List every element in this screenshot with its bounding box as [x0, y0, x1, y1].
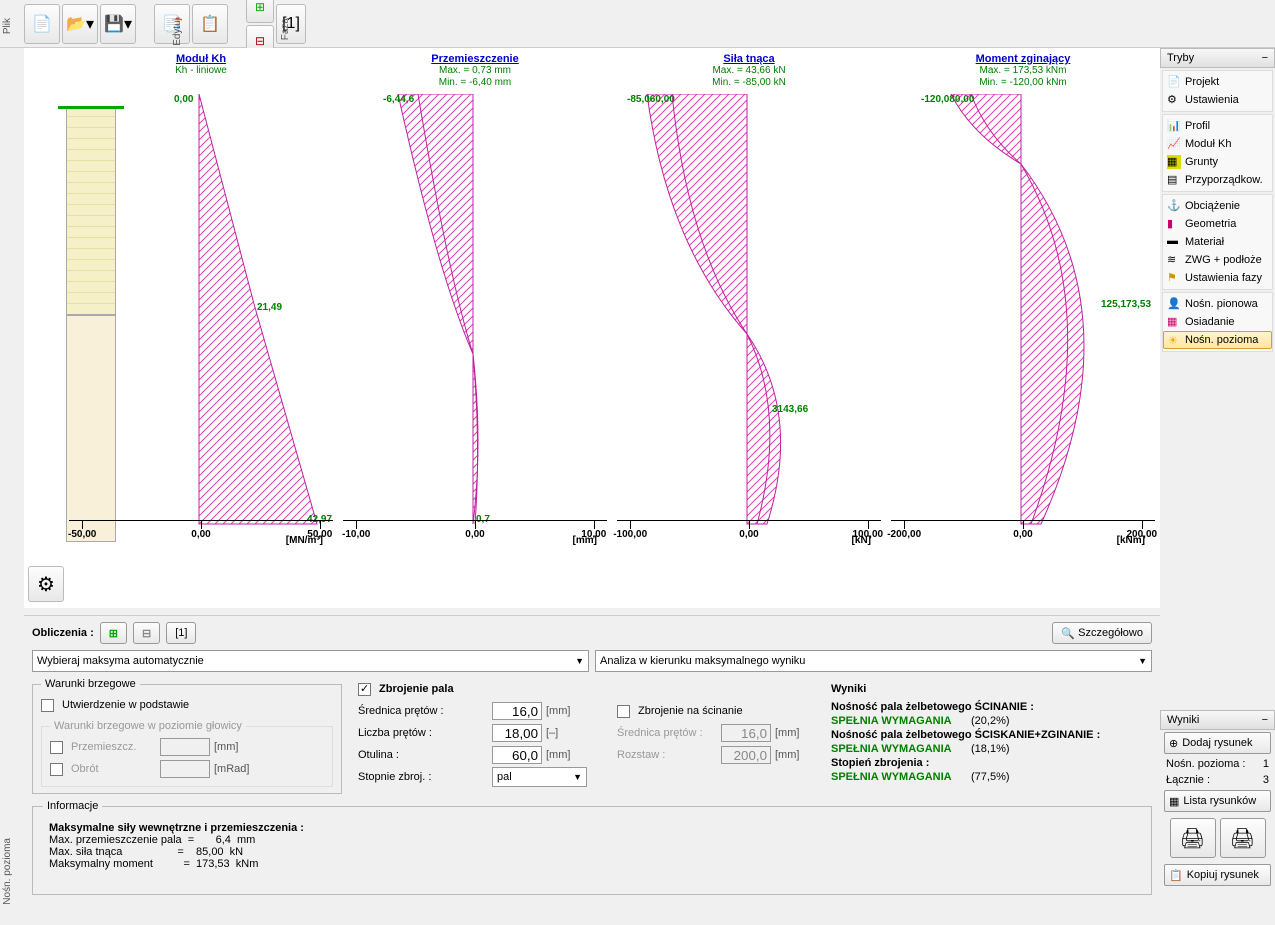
phase-label: Faza — [280, 18, 291, 40]
main-toolbar: Plik 📄 📂▾ 💾▾ Edytuj 📑 📋 Faza ⊞ ⊟ [1] — [0, 0, 1275, 48]
edit-label: Edytuj — [172, 18, 183, 46]
spacing-input — [721, 746, 771, 764]
chart-shear: Siła tnąca Max. = 43,66 kN Min. = -85,00… — [612, 53, 886, 608]
reinf-degree-dropdown[interactable]: pal▼ — [492, 767, 587, 787]
chart-displacement: Przemieszczenie Max. = 0,73 mm Min. = -6… — [338, 53, 612, 608]
rot-input — [160, 760, 210, 778]
cover-input[interactable] — [492, 746, 542, 764]
chart-modul-kh: Moduł Kh Kh - liniowe 0,00 21,49 42,97 -… — [64, 53, 338, 608]
bar-count-input[interactable] — [492, 724, 542, 742]
chevron-down-icon: ▼ — [575, 656, 584, 666]
chart-moment: Moment zginający Max. = 173,53 kNm Min. … — [886, 53, 1160, 608]
drawing-list-button[interactable]: ▦Lista rysunków — [1164, 790, 1271, 812]
add-icon: ⊕ — [1169, 737, 1178, 750]
minimize-icon[interactable]: − — [1262, 52, 1268, 64]
minimize-icon[interactable]: − — [1262, 714, 1268, 726]
copy-icon: 📋 — [1169, 869, 1183, 882]
mode-water[interactable]: ≋ZWG + podłoże — [1163, 251, 1272, 269]
calculations-label: Obliczenia : — [32, 627, 94, 639]
mode-load[interactable]: ⚓Obciążenie — [1163, 197, 1272, 215]
mode-horizontal[interactable]: ☀Nośn. pozioma — [1163, 331, 1272, 349]
disp-input — [160, 738, 210, 756]
results-box: Wyniki Nośność pala żelbetowego ŚCINANIE… — [823, 678, 1152, 794]
add-drawing-button[interactable]: ⊕Dodaj rysunek — [1164, 732, 1271, 754]
mode-assign[interactable]: ▤Przyporządkow. — [1163, 171, 1272, 189]
calc-add-button[interactable]: ⊞ — [100, 622, 127, 644]
print-button[interactable]: 🖨 — [1170, 818, 1216, 858]
info-box: Informacje Maksymalne siły wewnętrzne i … — [32, 800, 1152, 895]
copy-drawing-button[interactable]: 📋Kopiuj rysunek — [1164, 864, 1271, 886]
print-color-button[interactable]: 🖨 — [1220, 818, 1266, 858]
new-file-button[interactable]: 📄 — [24, 4, 60, 44]
modes-header: Tryby− — [1160, 48, 1275, 68]
side-label: Nośn. pozioma — [2, 838, 13, 905]
bottom-panel: Obliczenia : ⊞ ⊟ [1] 🔍 Szczegółowo Wybie… — [24, 615, 1160, 925]
mode-settlement[interactable]: ▦Osiadanie — [1163, 313, 1272, 331]
mode-settings[interactable]: ⚙Ustawienia — [1163, 91, 1272, 109]
detail-button[interactable]: 🔍 Szczegółowo — [1052, 622, 1152, 644]
mode-profile[interactable]: 📊Profil — [1163, 117, 1272, 135]
analysis-dir-dropdown[interactable]: Analiza w kierunku maksymalnego wyniku▼ — [595, 650, 1152, 672]
phase-add-button[interactable]: ⊞ — [246, 0, 274, 23]
paste-button[interactable]: 📋 — [192, 4, 228, 44]
reinforcement: Zbrojenie pala Średnica prętów :[mm] Lic… — [350, 678, 815, 794]
shear-dia-input — [721, 724, 771, 742]
results-panel: Wyniki− ⊕Dodaj rysunek Nośn. pozioma :1 … — [1160, 570, 1275, 888]
max-select-dropdown[interactable]: Wybieraj maksyma automatycznie▼ — [32, 650, 589, 672]
save-file-button[interactable]: 💾▾ — [100, 4, 136, 44]
boundary-conditions: Warunki brzegowe Utwierdzenie w podstawi… — [32, 678, 342, 794]
rot-checkbox — [50, 763, 63, 776]
chevron-down-icon: ▼ — [1138, 656, 1147, 666]
list-icon: ▦ — [1169, 795, 1179, 808]
file-label: Plik — [2, 18, 13, 34]
detail-icon: 🔍 — [1061, 627, 1075, 640]
base-fix-checkbox[interactable] — [41, 699, 54, 712]
chart-subtitle: Kh - liniowe — [69, 65, 333, 77]
reinf-checkbox[interactable] — [358, 683, 371, 696]
mode-kh[interactable]: 📈Moduł Kh — [1163, 135, 1272, 153]
mode-material[interactable]: ▬Materiał — [1163, 233, 1272, 251]
open-file-button[interactable]: 📂▾ — [62, 4, 98, 44]
mode-phase-settings[interactable]: ⚑Ustawienia fazy — [1163, 269, 1272, 287]
settings-gear-button[interactable]: ⚙ — [28, 566, 64, 602]
mode-project[interactable]: 📄Projekt — [1163, 73, 1272, 91]
mode-soils[interactable]: ▦Grunty — [1163, 153, 1272, 171]
mode-geometry[interactable]: ▮Geometria — [1163, 215, 1272, 233]
shear-reinf-checkbox[interactable] — [617, 705, 630, 718]
disp-checkbox — [50, 741, 63, 754]
chart-area: Moduł Kh Kh - liniowe 0,00 21,49 42,97 -… — [24, 48, 1160, 608]
calc-phase-button[interactable]: [1] — [166, 622, 196, 644]
calc-remove-button[interactable]: ⊟ — [133, 622, 160, 644]
mode-vertical[interactable]: 👤Nośn. pionowa — [1163, 295, 1272, 313]
chart-title: Moduł Kh — [69, 53, 333, 65]
bar-dia-input[interactable] — [492, 702, 542, 720]
